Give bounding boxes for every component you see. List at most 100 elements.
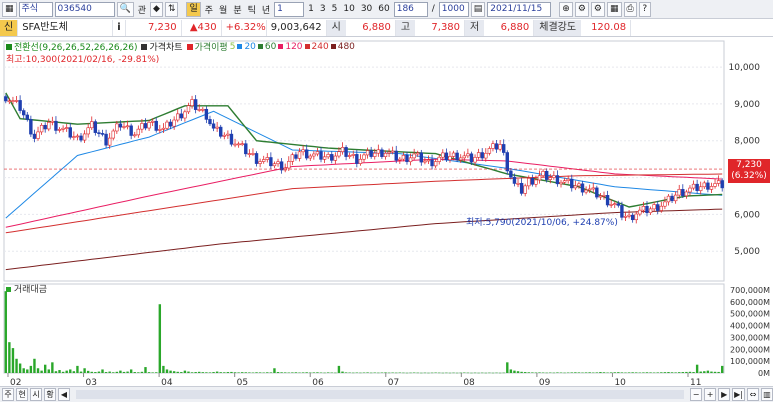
candle-body [509,170,513,178]
volume-bar [223,372,226,373]
candle-body [176,113,180,121]
help-icon[interactable]: ? [638,1,651,17]
quote-bar: 신 SFA반도체 i 7,230 ▲430 +6.32% 9,003,642 시… [0,19,773,37]
divider-text: / [431,4,435,14]
candle-body [75,135,80,138]
high-price: 7,380 [415,19,466,36]
minute-3[interactable]: 3 [318,4,328,14]
volume-bar [323,372,326,374]
candle-body [186,105,191,113]
fit-icon[interactable]: ⇔ [747,388,759,401]
volume-bar [355,372,359,374]
minute-5[interactable]: 5 [330,4,340,14]
volume-bar [606,372,609,374]
print-icon[interactable]: ⎙ [623,1,637,17]
period-month[interactable]: 월 [217,3,229,16]
grid-icon[interactable]: ▦ [607,1,622,17]
minute-1[interactable]: 1 [306,4,316,14]
count-input[interactable]: 186 [393,1,428,17]
next-icon[interactable]: ▶ [718,388,731,401]
candle-body [43,124,47,130]
zoom-in-icon[interactable]: + [704,388,717,401]
volume-bar [581,372,584,374]
stock-code-input[interactable]: 036540 [54,1,115,17]
calendar-icon[interactable]: ▤ [470,1,486,17]
bottom-btn-3[interactable]: 시 [30,388,42,401]
period-year[interactable]: 년 [260,3,272,16]
volume-bar [459,372,462,374]
volume-bar [291,372,294,373]
volume-bar [713,371,717,373]
volume-bar [190,372,194,373]
candle-body [262,159,266,162]
volume-bar [76,365,79,373]
candle-body [638,209,642,215]
volume-bar [635,372,638,373]
candle-body [505,152,509,172]
minute-60[interactable]: 60 [376,4,391,14]
candle-body [133,134,137,137]
volume-bar [688,371,692,373]
candle-body [115,123,119,132]
indicator-icon[interactable]: ⚙ [590,1,605,17]
zoom-out-icon[interactable]: − [690,388,703,401]
candle-body [609,204,613,206]
bottom-btn-1[interactable]: 주 [2,388,14,401]
period-minute[interactable]: 분 [231,3,243,16]
candle-body [125,125,130,128]
volume-bar [137,372,140,373]
interval-select[interactable]: 1 [274,1,305,17]
candle-body [50,120,55,123]
candle-body [272,163,277,167]
period-week[interactable]: 주 [203,3,215,16]
max-count-input[interactable]: 1000 [438,1,469,17]
bottom-btn-2[interactable]: 현 [16,388,28,401]
legend-ma[interactable]: 가격이평 5 20 60 120 240 480 [186,40,355,53]
volume-bar [369,372,373,374]
bottom-btn-4[interactable]: 황 [44,388,56,401]
candle-body [158,129,162,131]
chart-toolbar: ▦ 주식 036540 🔍 관 ◆ ⇅ 일 주 월 분 틱 년 1 1 3 5 … [0,0,773,19]
prev-icon[interactable]: ◀ [58,388,70,401]
minute-10[interactable]: 10 [341,4,356,14]
end-icon[interactable]: ▶| [732,388,745,401]
volume-bar [65,370,68,373]
date-input[interactable]: 2021/11/15 [487,1,552,17]
low-label: 저 [465,19,485,36]
volume-bar [69,369,72,373]
volume-bar [473,372,477,374]
search-button[interactable]: 관 [136,3,148,16]
volume-bar [412,372,416,374]
new-badge: 신 [0,19,19,36]
volume-bar [147,372,151,373]
market-select[interactable]: 주식 [18,1,53,17]
search-icon[interactable]: 🔍 [116,1,134,17]
candle-body [627,214,631,217]
candle-body [315,151,320,155]
day-button[interactable]: 일 [186,1,201,17]
settings-icon[interactable]: ⚙ [574,1,589,17]
price-chart[interactable]: 10,0009,0008,0007,0006,0005,000700,000M6… [0,37,773,402]
info-icon[interactable]: i [113,19,126,36]
candle-body [118,123,123,128]
minute-30[interactable]: 30 [359,4,374,14]
zoom-icon[interactable]: ⊕ [559,1,573,17]
volume-bar [387,372,391,374]
volume-bar [488,372,491,374]
period-tick[interactable]: 틱 [246,3,258,16]
sort-icon[interactable]: ⇅ [164,1,179,17]
candle-body [433,161,438,167]
volume-bar [29,365,33,373]
nav-button[interactable]: ◆ [150,1,163,17]
chart-type-icon[interactable]: ▥ [761,388,773,401]
scrollbar-track[interactable] [76,390,685,399]
candle-body [652,204,656,210]
candle-body [82,133,87,141]
volume-bar [574,372,577,373]
menu-icon[interactable]: ▦ [2,1,17,17]
candle-body [333,155,338,161]
candle-body [512,176,517,184]
ichimoku-swatch-icon [6,43,12,50]
volume-bar [588,372,591,373]
volume-bar [198,371,201,373]
